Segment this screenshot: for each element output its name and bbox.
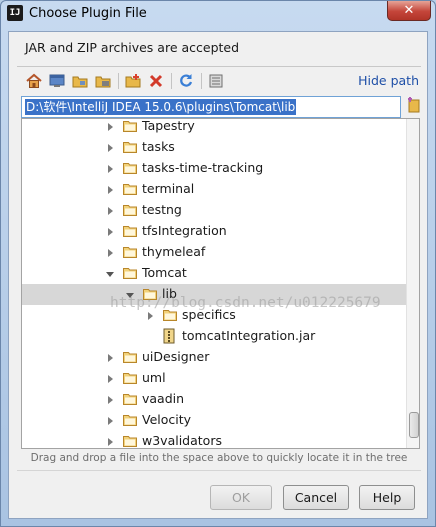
path-history-icon[interactable] bbox=[407, 96, 421, 114]
tree-folder-item[interactable]: tfsIntegration bbox=[22, 221, 406, 242]
toolbar-separator bbox=[118, 73, 119, 89]
tree-folder-item[interactable]: uml bbox=[22, 368, 406, 389]
drag-drop-hint: Drag and drop a file into the space abov… bbox=[30, 452, 408, 464]
scrollbar-thumb[interactable] bbox=[409, 412, 419, 438]
new-folder-icon[interactable] bbox=[124, 72, 142, 90]
cancel-button[interactable]: Cancel bbox=[283, 485, 349, 510]
tree-item-label: testng bbox=[142, 202, 182, 217]
tree-folder-item[interactable]: Tomcat bbox=[22, 263, 406, 284]
choose-plugin-file-dialog: IJ Choose Plugin File ✕ JAR and ZIP arch… bbox=[0, 0, 436, 527]
collapsed-arrow-icon[interactable] bbox=[105, 184, 115, 194]
collapsed-arrow-icon[interactable] bbox=[105, 163, 115, 173]
tree-item-label: terminal bbox=[142, 181, 195, 196]
desktop-icon[interactable] bbox=[48, 72, 66, 90]
tree-item-label: uiDesigner bbox=[142, 349, 210, 364]
toolbar-separator bbox=[201, 73, 202, 89]
project-icon[interactable] bbox=[71, 72, 89, 90]
module-icon[interactable] bbox=[94, 72, 112, 90]
tree-folder-item[interactable]: Velocity bbox=[22, 410, 406, 431]
collapsed-arrow-icon[interactable] bbox=[105, 415, 115, 425]
collapsed-arrow-icon[interactable] bbox=[105, 373, 115, 383]
file-chooser-toolbar bbox=[23, 70, 263, 92]
tree-folder-item[interactable]: tasks-time-tracking bbox=[22, 158, 406, 179]
tree-item-label: Tomcat bbox=[142, 265, 187, 280]
collapsed-arrow-icon[interactable] bbox=[105, 247, 115, 257]
jar-file-icon bbox=[163, 328, 175, 344]
collapsed-arrow-icon[interactable] bbox=[105, 394, 115, 404]
collapsed-arrow-icon[interactable] bbox=[105, 436, 115, 446]
collapsed-arrow-icon[interactable] bbox=[145, 310, 155, 320]
folder-icon bbox=[123, 204, 137, 216]
folder-icon bbox=[123, 141, 137, 153]
tree-folder-item[interactable]: uiDesigner bbox=[22, 347, 406, 368]
collapsed-arrow-icon[interactable] bbox=[105, 352, 115, 362]
folder-icon bbox=[123, 351, 137, 363]
tree-item-label: tomcatIntegration.jar bbox=[182, 328, 316, 343]
tree-folder-item[interactable]: Tapestry bbox=[22, 118, 406, 137]
collapsed-arrow-icon[interactable] bbox=[105, 205, 115, 215]
refresh-icon[interactable] bbox=[177, 72, 195, 90]
toolbar-separator bbox=[171, 73, 172, 89]
window-title: Choose Plugin File bbox=[29, 6, 147, 21]
folder-icon bbox=[123, 120, 137, 132]
file-tree[interactable]: Tapestry tasks tasks-time-tracking terminal… bbox=[21, 118, 420, 449]
folder-icon bbox=[123, 267, 137, 279]
tree-folder-item[interactable]: testng bbox=[22, 200, 406, 221]
tree-item-label: tasks-time-tracking bbox=[142, 160, 264, 175]
tree-item-label: thymeleaf bbox=[142, 244, 206, 259]
tree-folder-item[interactable]: terminal bbox=[22, 179, 406, 200]
collapsed-arrow-icon[interactable] bbox=[105, 142, 115, 152]
help-button[interactable]: Help bbox=[359, 485, 415, 510]
folder-icon bbox=[123, 183, 137, 195]
delete-icon[interactable] bbox=[147, 72, 165, 90]
dialog-body: JAR and ZIP archives are accepted Hide p… bbox=[8, 31, 428, 519]
tree-item-label: Velocity bbox=[142, 412, 192, 427]
tree-folder-item[interactable]: w3validators bbox=[22, 431, 406, 448]
tree-file-item[interactable]: tomcatIntegration.jar bbox=[22, 326, 406, 347]
show-hidden-icon[interactable] bbox=[207, 72, 225, 90]
intellij-app-icon: IJ bbox=[7, 5, 23, 21]
tree-vertical-scrollbar[interactable] bbox=[406, 119, 419, 448]
tree-item-label: tasks bbox=[142, 139, 175, 154]
watermark-text: http://blog.csdn.net/u012225679 bbox=[110, 295, 381, 311]
expanded-arrow-icon[interactable] bbox=[105, 268, 115, 278]
folder-icon bbox=[123, 162, 137, 174]
divider bbox=[17, 470, 421, 471]
hide-path-link[interactable]: Hide path bbox=[358, 73, 419, 88]
divider bbox=[17, 66, 421, 67]
tree-item-label: Tapestry bbox=[142, 118, 195, 133]
collapsed-arrow-icon[interactable] bbox=[105, 121, 115, 131]
tree-item-label: tfsIntegration bbox=[142, 223, 227, 238]
path-input[interactable]: D:\软件\IntelliJ IDEA 15.0.6\plugins\Tomca… bbox=[21, 96, 401, 118]
folder-icon bbox=[123, 372, 137, 384]
path-input-value: D:\软件\IntelliJ IDEA 15.0.6\plugins\Tomca… bbox=[25, 99, 297, 115]
tree-item-label: w3validators bbox=[142, 433, 222, 448]
tree-item-label: uml bbox=[142, 370, 166, 385]
folder-icon bbox=[123, 225, 137, 237]
folder-icon bbox=[123, 435, 137, 447]
folder-icon bbox=[123, 246, 137, 258]
title-bar: IJ Choose Plugin File ✕ bbox=[1, 1, 435, 27]
tree-folder-item[interactable]: thymeleaf bbox=[22, 242, 406, 263]
home-icon[interactable] bbox=[25, 72, 43, 90]
collapsed-arrow-icon[interactable] bbox=[105, 226, 115, 236]
close-button[interactable]: ✕ bbox=[387, 1, 431, 21]
folder-icon bbox=[123, 414, 137, 426]
tree-folder-item[interactable]: tasks bbox=[22, 137, 406, 158]
folder-icon bbox=[123, 393, 137, 405]
tree-folder-item[interactable]: vaadin bbox=[22, 389, 406, 410]
ok-button[interactable]: OK bbox=[210, 485, 272, 510]
tree-item-label: vaadin bbox=[142, 391, 185, 406]
dialog-description: JAR and ZIP archives are accepted bbox=[25, 40, 240, 55]
